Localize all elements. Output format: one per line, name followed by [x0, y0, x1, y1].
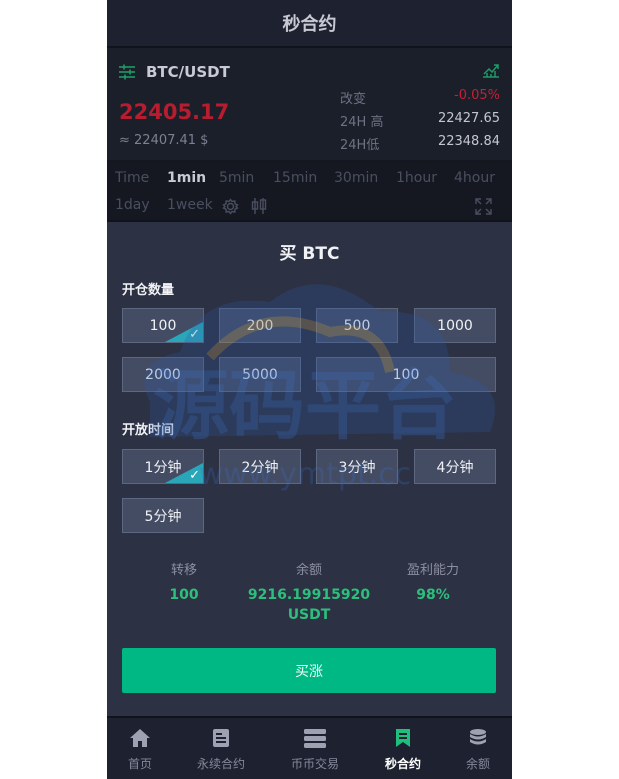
time-option-5min[interactable]: 5分钟 — [122, 498, 204, 533]
chart-trend-icon[interactable] — [482, 62, 500, 82]
last-price: 22405.17 — [119, 100, 230, 124]
balance-unit: USDT — [287, 607, 331, 623]
nav-item-balance[interactable]: 余额 — [438, 718, 512, 779]
quantity-option-100[interactable]: 100 ✓ — [122, 308, 204, 343]
timeframe-1hour[interactable]: 1hour — [396, 170, 437, 186]
low-label: 24H低 — [340, 138, 380, 153]
time-option-4min[interactable]: 4分钟 — [414, 449, 496, 484]
transfer-value: 100 — [169, 587, 199, 603]
nav-label: 币币交易 — [290, 757, 339, 771]
quantity-option-5000[interactable]: 5000 — [219, 357, 301, 392]
checkmark-icon: ✓ — [189, 327, 200, 342]
transfer-label: 转移 — [170, 563, 197, 578]
timeframe-bar: Time 1min 5min 15min 30min 1hour 4hour 1… — [107, 162, 512, 222]
nav-label: 永续合约 — [196, 757, 245, 771]
quantity-option-500[interactable]: 500 — [316, 308, 398, 343]
open-time-label: 开放时间 — [122, 423, 175, 438]
coin-stack-icon — [468, 728, 488, 752]
balance-label: 余额 — [295, 563, 322, 578]
quantity-label: 开仓数量 — [122, 283, 175, 298]
quantity-option-label: 5000 — [242, 366, 278, 383]
profit-label: 盈利能力 — [406, 563, 459, 578]
nav-item-second-contract[interactable]: 秒合约 — [363, 718, 443, 779]
fullscreen-icon[interactable] — [475, 198, 492, 219]
buy-panel: 买 BTC 开仓数量 100 ✓ 200 500 1000 2000 5000 … — [107, 222, 512, 716]
timeframe-30min[interactable]: 30min — [334, 170, 378, 186]
nav-item-home[interactable]: 首页 — [107, 718, 180, 779]
checkmark-icon: ✓ — [189, 468, 200, 483]
time-option-1min[interactable]: 1分钟 ✓ — [122, 449, 204, 484]
page-title: 秒合约 — [282, 14, 337, 35]
low-value: 22348.84 — [437, 134, 500, 149]
quantity-option-2000[interactable]: 2000 — [122, 357, 204, 392]
timeframe-1day[interactable]: 1day — [115, 197, 150, 213]
time-option-label: 3分钟 — [338, 459, 376, 476]
price-usd-approx: ≈ 22407.41 $ — [119, 133, 209, 148]
change-value: -0.05% — [454, 88, 500, 103]
nav-label: 余额 — [465, 757, 490, 771]
buy-up-button[interactable]: 买涨 — [122, 648, 496, 693]
time-option-label: 2分钟 — [241, 459, 279, 476]
quantity-option-200[interactable]: 200 — [219, 308, 301, 343]
trading-pair[interactable]: BTC/USDT — [146, 63, 230, 81]
quantity-custom-input[interactable]: 100 — [316, 357, 496, 392]
change-label: 改变 — [340, 92, 367, 107]
buy-panel-title: 买 BTC — [279, 244, 340, 264]
stack-layers-icon — [303, 728, 327, 752]
time-option-3min[interactable]: 3分钟 — [316, 449, 398, 484]
timeframe-15min[interactable]: 15min — [273, 170, 317, 186]
timeframe-time[interactable]: Time — [115, 170, 149, 186]
filter-sliders-icon[interactable] — [119, 64, 135, 80]
quantity-option-label: 200 — [246, 317, 274, 334]
nav-label: 首页 — [127, 757, 152, 771]
timeframe-5min[interactable]: 5min — [219, 170, 254, 186]
balance-value: 9216.19915920 — [247, 587, 371, 603]
bookmark-icon — [394, 728, 412, 752]
profit-value: 98% — [416, 587, 450, 603]
quantity-custom-value: 100 — [392, 366, 420, 383]
timeframe-4hour[interactable]: 4hour — [454, 170, 495, 186]
quantity-option-1000[interactable]: 1000 — [414, 308, 496, 343]
quantity-option-label: 500 — [343, 317, 371, 334]
timeframe-1min[interactable]: 1min — [167, 170, 206, 186]
time-option-label: 5分钟 — [144, 508, 182, 525]
timeframe-1week[interactable]: 1week — [167, 197, 213, 213]
home-icon — [129, 728, 151, 752]
phone-screen: 秒合约 BTC/USDT 22405.17 ≈ 22407.41 $ 改变 -0… — [107, 0, 512, 779]
nav-item-perpetual[interactable]: 永续合约 — [181, 718, 261, 779]
nav-label: 秒合约 — [384, 757, 421, 771]
settings-gear-icon[interactable] — [222, 198, 239, 219]
nav-item-spot[interactable]: 币币交易 — [275, 718, 355, 779]
top-bar: 秒合约 — [107, 0, 512, 48]
contract-document-icon — [212, 728, 230, 752]
quantity-option-label: 1000 — [437, 317, 473, 334]
candlestick-icon[interactable] — [250, 197, 268, 219]
high-label: 24H 高 — [340, 115, 384, 130]
high-value: 22427.65 — [437, 111, 500, 126]
market-summary: BTC/USDT 22405.17 ≈ 22407.41 $ 改变 -0.05%… — [107, 48, 512, 162]
time-option-2min[interactable]: 2分钟 — [219, 449, 301, 484]
bottom-navigation: 首页 永续合约 币币交易 秒合约 余额 — [107, 716, 512, 779]
quantity-option-label: 2000 — [145, 366, 181, 383]
time-option-label: 4分钟 — [436, 459, 474, 476]
